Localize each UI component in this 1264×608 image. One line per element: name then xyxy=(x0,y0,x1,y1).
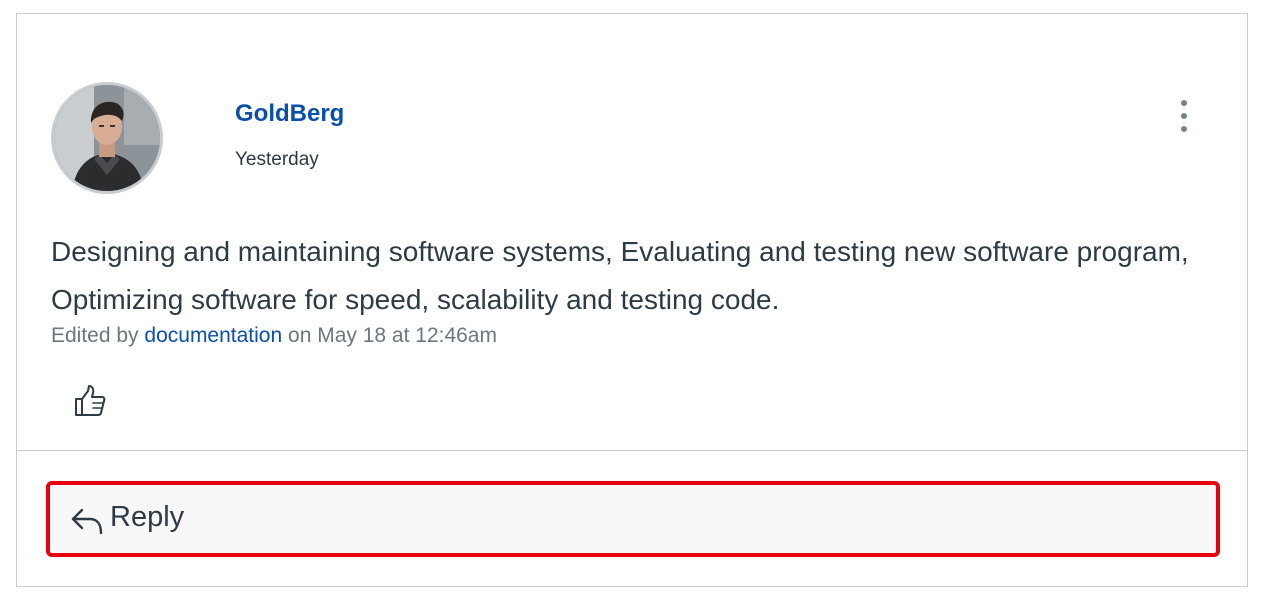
section-divider xyxy=(17,450,1247,451)
reply-button[interactable]: Reply xyxy=(46,481,1220,557)
kebab-menu-icon xyxy=(1181,100,1187,106)
kebab-dot xyxy=(1181,113,1187,119)
editor-link[interactable]: documentation xyxy=(144,324,282,347)
post-body: Designing and maintaining software syste… xyxy=(51,236,1189,315)
kebab-dot xyxy=(1181,126,1187,132)
like-button[interactable] xyxy=(73,384,107,418)
discussion-post-card: GoldBerg Yesterday Designing and maintai… xyxy=(16,13,1248,587)
edited-prefix: Edited by xyxy=(51,324,139,347)
post-timestamp: Yesterday xyxy=(235,149,319,170)
author-avatar[interactable] xyxy=(51,82,163,194)
edited-info: Edited by documentation on May 18 at 12:… xyxy=(51,324,497,348)
reply-label: Reply xyxy=(110,501,185,533)
avatar-photo xyxy=(54,85,160,191)
reply-arrow-icon xyxy=(71,508,103,535)
more-options-button[interactable] xyxy=(1167,96,1201,136)
thumbs-up-icon xyxy=(75,385,106,416)
author-name-link[interactable]: GoldBerg xyxy=(235,100,344,128)
edited-suffix: on May 18 at 12:46am xyxy=(288,324,497,347)
